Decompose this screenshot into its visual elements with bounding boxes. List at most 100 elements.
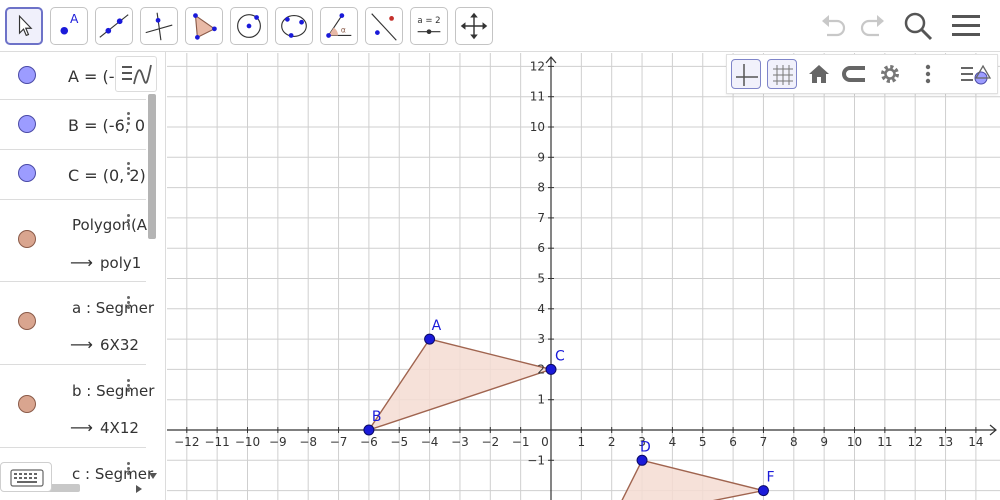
- x-tick-label: 1: [578, 435, 586, 449]
- graph-toggle-icon: [122, 64, 152, 85]
- style-bar-toggle-icon: [961, 64, 992, 85]
- circle-center-point-tool[interactable]: [230, 7, 268, 45]
- row-more-icon[interactable]: [127, 160, 131, 177]
- move-graphics-view-tool[interactable]: [455, 7, 493, 45]
- algebra-row-poly1[interactable]: Polygon(A ⟶ poly1: [0, 200, 147, 282]
- y-tick-label: 6: [537, 241, 545, 255]
- algebra-row-b[interactable]: B = (-6, 0: [0, 100, 146, 150]
- angle-tool-label: α: [341, 26, 346, 35]
- virtual-keyboard-button[interactable]: [0, 462, 52, 492]
- y-tick-label: 3: [537, 332, 545, 346]
- algebra-row-segment-a[interactable]: a : Segmer ⟶ 6X32: [0, 282, 154, 365]
- point-f[interactable]: [757, 485, 769, 497]
- algebra-value: poly1: [100, 254, 142, 272]
- toolbar: A α a = 2: [0, 0, 1000, 52]
- more-icon: [925, 64, 931, 84]
- x-tick-label: 0: [541, 435, 549, 449]
- algebra-vertical-scrollbar[interactable]: [148, 94, 156, 239]
- circle-center-icon: [237, 14, 261, 38]
- x-tick-label: −4: [421, 435, 439, 449]
- point-a[interactable]: [424, 333, 436, 345]
- visibility-marble-icon[interactable]: [18, 115, 36, 133]
- circle-three-points-tool[interactable]: [275, 7, 313, 45]
- x-tick-label: −2: [481, 435, 499, 449]
- move-tool[interactable]: [5, 7, 43, 45]
- point-label-c: C: [555, 348, 565, 364]
- x-tick-label: −12: [174, 435, 199, 449]
- reflect-line-icon: [371, 13, 397, 41]
- point-label-a: A: [432, 318, 442, 334]
- style-bar-toggle-button[interactable]: [959, 59, 992, 89]
- algebra-row-c[interactable]: C = (0, 2): [0, 150, 146, 200]
- x-tick-label: 14: [968, 435, 983, 449]
- row-more-icon[interactable]: [127, 460, 131, 477]
- line-tool[interactable]: [95, 7, 133, 45]
- y-tick-label: 4: [537, 302, 545, 316]
- visibility-marble-icon[interactable]: [18, 312, 36, 330]
- row-more-icon[interactable]: [127, 212, 131, 229]
- x-tick-label: 13: [938, 435, 953, 449]
- x-tick-label: −1: [512, 435, 530, 449]
- point-c[interactable]: [545, 363, 557, 375]
- redo-icon[interactable]: [856, 10, 888, 42]
- algebra-graphics-toggle[interactable]: [115, 56, 157, 92]
- visibility-marble-icon[interactable]: [18, 164, 36, 182]
- x-tick-label: 7: [760, 435, 768, 449]
- point-d[interactable]: [636, 454, 648, 466]
- axes-toggle-button[interactable]: [731, 59, 761, 89]
- algebra-row-segment-b[interactable]: b : Segmer ⟶ 4X12: [0, 365, 154, 448]
- point-capture-button[interactable]: [839, 59, 869, 89]
- scroll-right-icon[interactable]: [135, 484, 143, 494]
- point-label-b: B: [372, 409, 382, 425]
- algebra-definition: c : Segmer: [72, 465, 154, 483]
- point-tool[interactable]: A: [50, 7, 88, 45]
- y-tick-label: 1: [537, 393, 545, 407]
- menu-icon[interactable]: [950, 10, 982, 42]
- slider-tool[interactable]: a = 2: [410, 7, 448, 45]
- perpendicular-line-tool[interactable]: [140, 7, 178, 45]
- visibility-marble-icon[interactable]: [18, 395, 36, 413]
- row-more-icon[interactable]: [127, 294, 131, 311]
- undo-icon[interactable]: [818, 10, 850, 42]
- algebra-view: A = (- B = (-6, 0 C = (0, 2) Polygon(A ⟶…: [0, 52, 166, 500]
- graphics-view[interactable]: −12 −11 −10 −9 −8 −7 −6 −5 −4 −3 −2 −1 0 1 2 3 4 5 6 7 8 9 10 1…: [167, 53, 1000, 500]
- y-tick-label: 9: [537, 150, 545, 164]
- point-b[interactable]: [363, 424, 375, 436]
- y-tick-label: 7: [537, 211, 545, 225]
- arrow-icon: ⟶: [70, 253, 93, 272]
- algebra-expression: C = (0, 2): [68, 166, 146, 185]
- algebra-value: 6X32: [100, 336, 139, 354]
- reflect-about-line-tool[interactable]: [365, 7, 403, 45]
- row-more-icon[interactable]: [127, 110, 131, 127]
- algebra-definition: a : Segmer: [72, 299, 155, 317]
- angle-icon: α: [326, 13, 352, 38]
- cursor-arrow-icon: [18, 14, 33, 37]
- x-tick-label: −5: [390, 435, 408, 449]
- x-tick-label: 9: [820, 435, 828, 449]
- visibility-marble-icon[interactable]: [18, 230, 36, 248]
- point-label-d: D: [640, 439, 651, 455]
- algebra-value: 4X12: [100, 419, 139, 437]
- more-options-button[interactable]: [913, 59, 943, 89]
- polygon-tool[interactable]: [185, 7, 223, 45]
- visibility-marble-icon[interactable]: [18, 66, 36, 84]
- algebra-definition: b : Segmer: [72, 382, 155, 400]
- row-more-icon[interactable]: [127, 377, 131, 394]
- graphics-settings-button[interactable]: [875, 59, 905, 89]
- settings-icon: [881, 65, 899, 83]
- x-tick-label: 12: [908, 435, 923, 449]
- move-arrows-icon: [460, 12, 488, 40]
- y-tick-label: 11: [530, 90, 545, 104]
- polygon-shape[interactable]: [612, 459, 764, 500]
- grid-toggle-icon: [773, 65, 793, 85]
- y-tick-label: 10: [530, 120, 545, 134]
- coordinate-plane[interactable]: −12 −11 −10 −9 −8 −7 −6 −5 −4 −3 −2 −1 0 1 2 3 4 5 6 7 8 9 10 1…: [167, 53, 1000, 500]
- standard-view-button[interactable]: [804, 59, 834, 89]
- scroll-down-icon[interactable]: [148, 472, 158, 480]
- search-icon[interactable]: [902, 10, 934, 42]
- y-tick-label: 8: [537, 181, 545, 195]
- point-label-f: F: [766, 470, 774, 486]
- x-tick-label: 10: [847, 435, 862, 449]
- angle-tool[interactable]: α: [320, 7, 358, 45]
- grid-toggle-button[interactable]: [767, 59, 797, 89]
